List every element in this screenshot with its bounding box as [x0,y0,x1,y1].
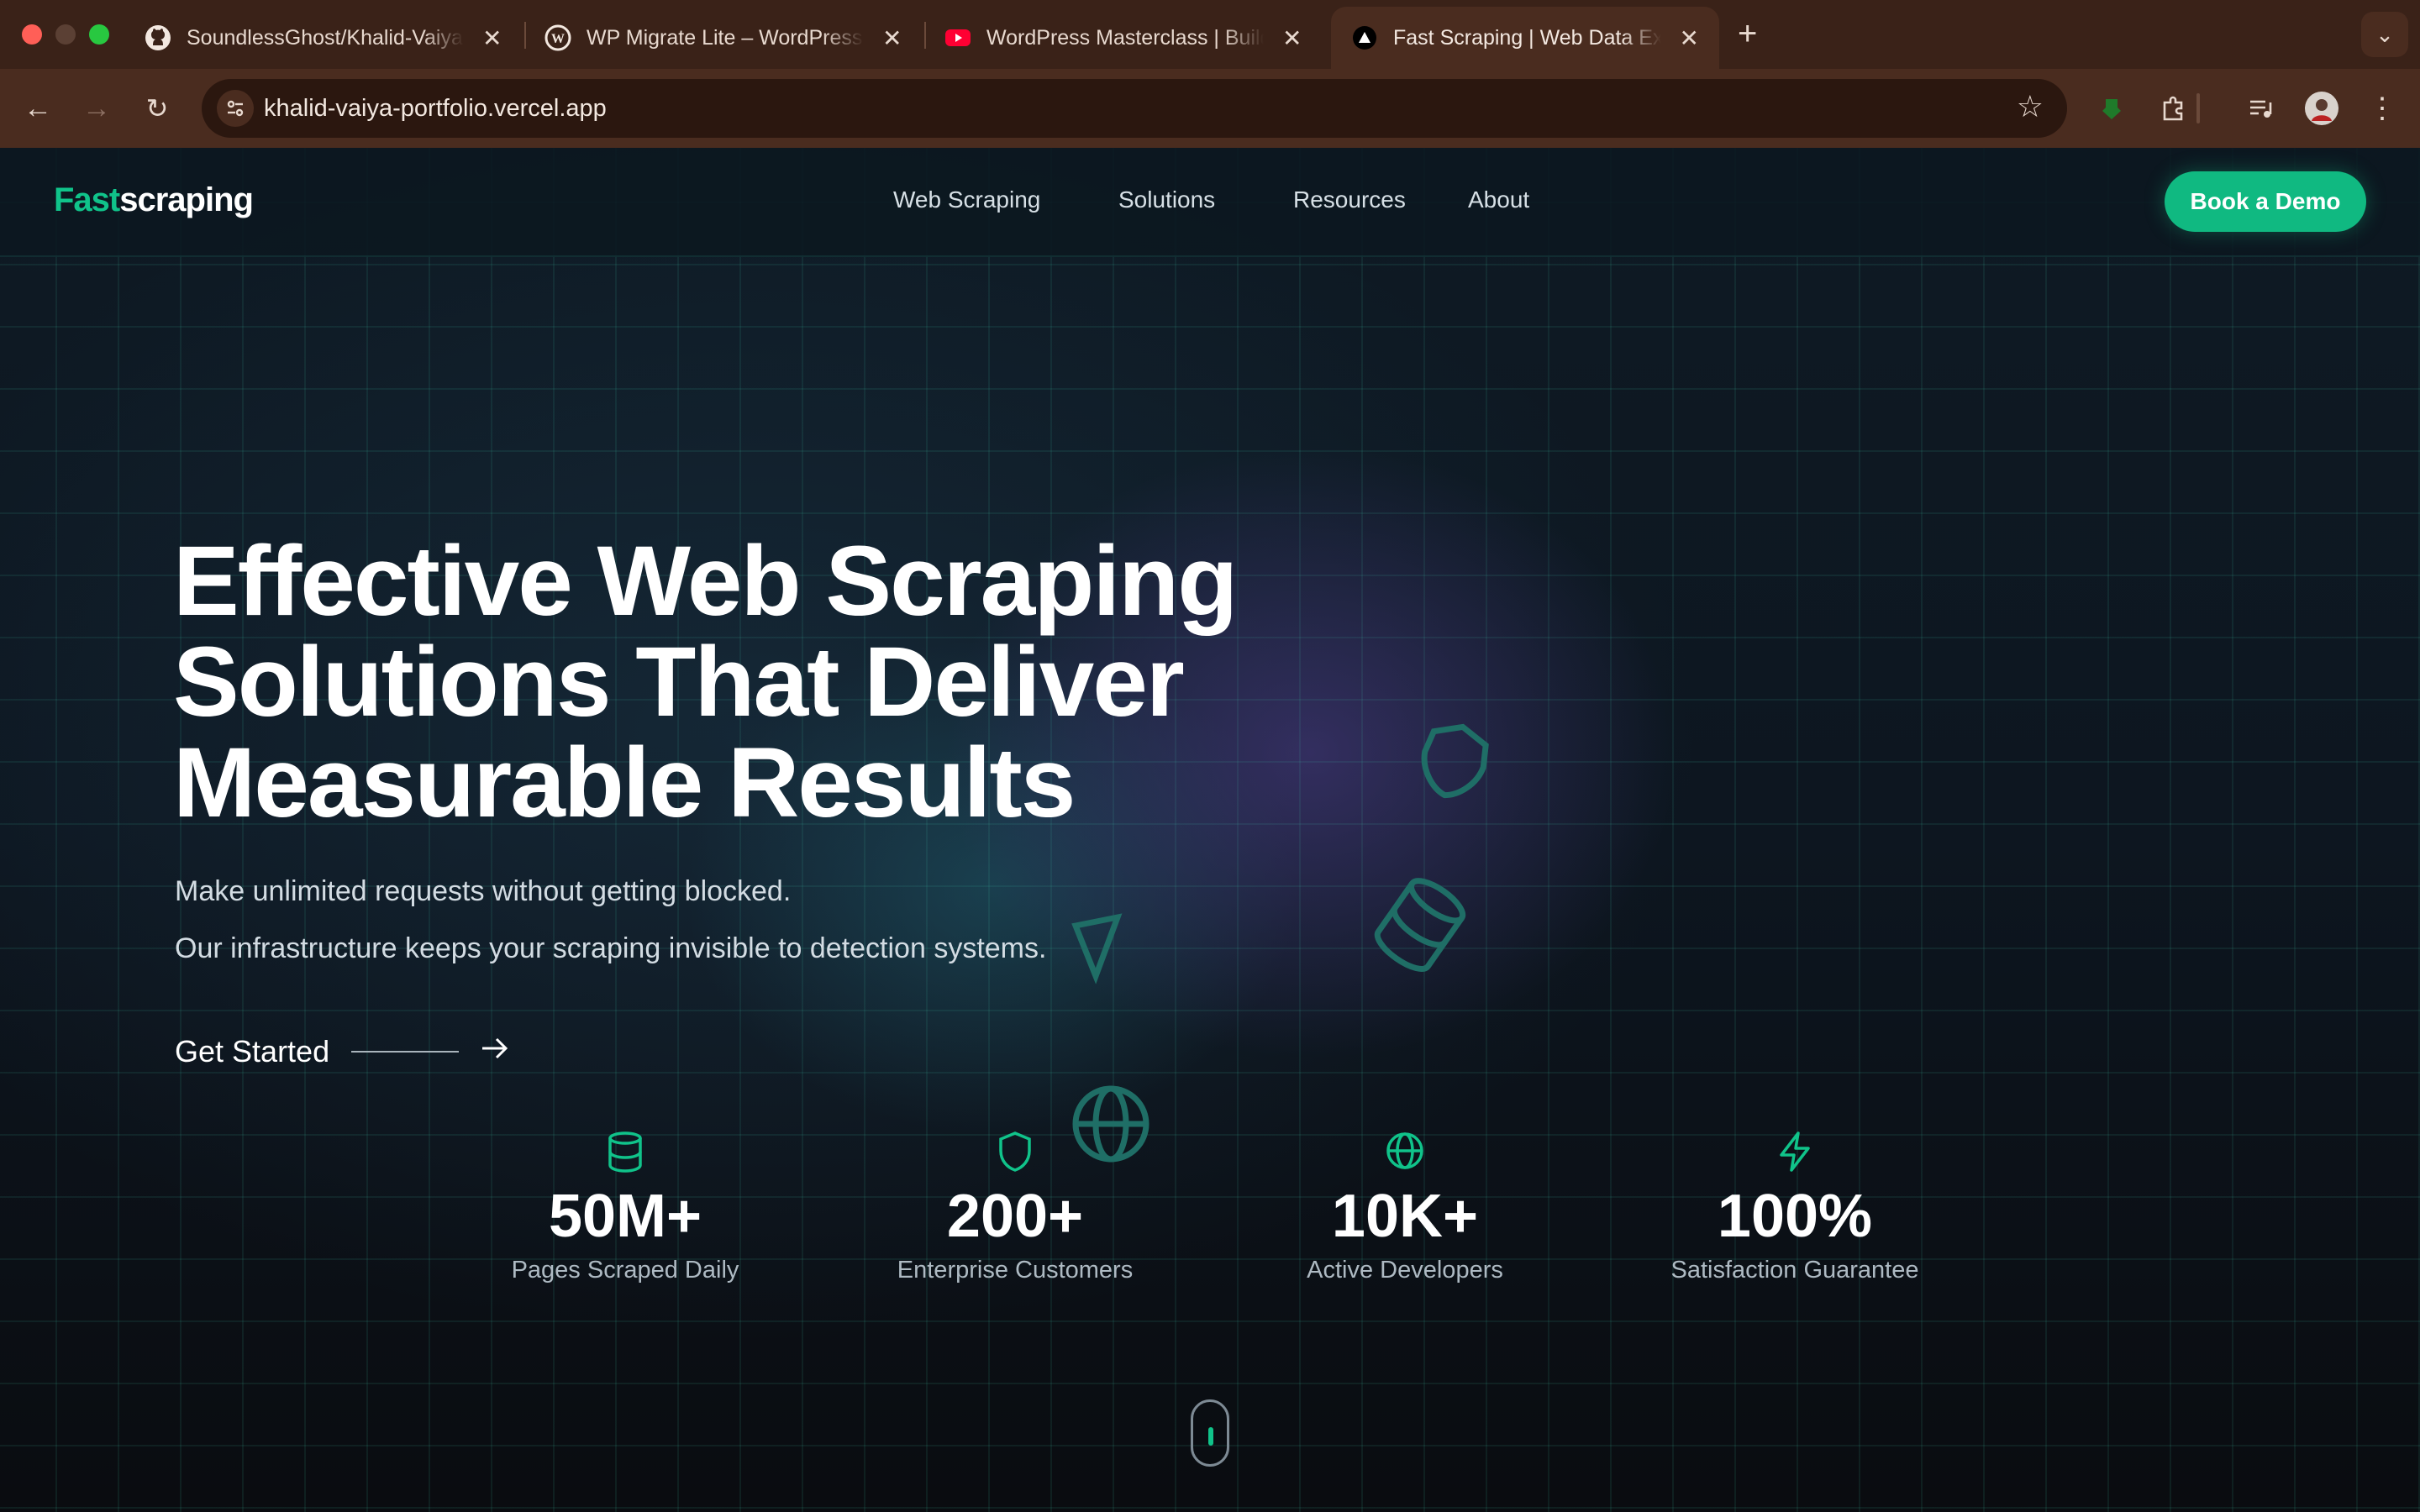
logo-scraping: scraping [119,181,254,218]
stat-label: Active Developers [1307,1257,1503,1284]
stat-label: Satisfaction Guarantee [1670,1257,1919,1284]
toolbar-separator [2196,93,2200,123]
youtube-icon [944,24,971,51]
tab-title: SoundlessGhost/Khalid-Vaiya-Portfolio [187,25,464,50]
nav-link-solutions[interactable]: Solutions [1118,186,1215,213]
stat-label: Pages Scraped Daily [511,1257,739,1284]
site-settings-icon[interactable] [217,90,254,127]
extensions-puzzle-icon[interactable] [2153,87,2195,129]
profile-avatar[interactable] [2301,87,2343,129]
close-window-button[interactable] [22,24,42,45]
forward-icon[interactable]: → [76,87,118,129]
database-icon [482,1131,768,1173]
back-icon[interactable]: ← [17,87,59,129]
hero-heading-line-1: Effective Web Scraping [173,526,1238,637]
get-started-link[interactable]: Get Started [175,1033,509,1069]
tab-title: WordPress Masterclass | Build a Website [986,25,1264,50]
close-tab-icon[interactable]: ✕ [482,24,502,52]
browser-tab-wordpress[interactable]: W WP Migrate Lite – WordPress Migration … [524,7,922,69]
floating-database-icon [1374,878,1466,972]
new-tab-button[interactable]: + [1738,15,1757,53]
svg-text:W: W [551,32,565,46]
globe-icon [1262,1131,1548,1173]
close-tab-icon[interactable]: ✕ [882,24,902,52]
browser-tab-strip: SoundlessGhost/Khalid-Vaiya-Portfolio ✕ … [0,0,2420,69]
tab-title: Fast Scraping | Web Data Experts [1393,25,1661,50]
bookmark-star-icon[interactable]: ☆ [2017,89,2044,124]
close-tab-icon[interactable]: ✕ [1680,24,1699,52]
floating-arrow-icon [1071,913,1123,984]
stat-value: 10K+ [1331,1183,1479,1250]
stat-pages-scraped: 50M+ Pages Scraped Daily [482,1131,768,1284]
minimize-window-button[interactable] [55,24,76,45]
stat-value: 100% [1717,1183,1873,1250]
shield-icon [872,1131,1158,1173]
extension-icon[interactable] [2091,87,2133,129]
tab-title: WP Migrate Lite – WordPress Migration [587,25,864,50]
nav-link-web-scraping[interactable]: Web Scraping [893,186,1040,213]
nav-link-about[interactable]: About [1468,186,1529,213]
hero-subtitle-2: Our infrastructure keeps your scraping i… [175,932,1047,964]
url-text: khalid-vaiya-portfolio.vercel.app [264,95,607,122]
hero-subtitle-1: Make unlimited requests without getting … [175,875,792,907]
get-started-label: Get Started [175,1033,330,1068]
hero-heading-line-3: Measurable Results [173,727,1076,838]
close-tab-icon[interactable]: ✕ [1282,24,1302,52]
cta-line [351,1050,460,1053]
stat-satisfaction: 100% Satisfaction Guarantee [1652,1131,1938,1284]
lightning-icon [1652,1131,1938,1173]
browser-tab-fastscraping[interactable]: Fast Scraping | Web Data Experts ✕ [1331,7,1719,69]
site-header: Fastscraping Web Scraping Solutions Reso… [0,148,2420,257]
hero-heading: Effective Web Scraping Solutions That De… [173,531,1349,833]
logo-fast: Fast [54,181,120,218]
browser-tab-youtube[interactable]: WordPress Masterclass | Build a Website … [924,7,1322,69]
stat-active-developers: 10K+ Active Developers [1262,1131,1548,1284]
book-demo-button[interactable]: Book a Demo [2165,171,2366,232]
arrow-right-icon [481,1033,509,1069]
floating-shield-icon [1421,723,1489,799]
github-icon [145,24,171,51]
nav-link-resources[interactable]: Resources [1293,186,1406,213]
stat-value: 50M+ [548,1183,702,1250]
stat-enterprise-customers: 200+ Enterprise Customers [872,1131,1158,1284]
tab-search-button[interactable]: ⌄ [2361,12,2408,57]
vercel-icon [1351,24,1378,51]
browser-tab-github[interactable]: SoundlessGhost/Khalid-Vaiya-Portfolio ✕ [124,7,522,69]
webpage-viewport: Fastscraping Web Scraping Solutions Reso… [0,148,2420,1512]
browser-menu-icon[interactable]: ⋮ [2361,87,2403,129]
stat-label: Enterprise Customers [897,1257,1134,1284]
wordpress-icon: W [544,24,571,51]
media-controls-icon[interactable] [2240,87,2282,129]
reload-icon[interactable]: ↻ [136,87,178,129]
scroll-down-indicator[interactable] [1191,1399,1229,1467]
site-logo[interactable]: Fastscraping [54,181,254,219]
stat-value: 200+ [946,1183,1084,1250]
maximize-window-button[interactable] [89,24,109,45]
browser-toolbar: ← → ↻ khalid-vaiya-portfolio.vercel.app … [0,69,2420,148]
hero-heading-line-2: Solutions That Deliver [173,627,1185,738]
scroll-indicator-dot [1208,1427,1213,1446]
address-bar[interactable]: khalid-vaiya-portfolio.vercel.app ☆ [202,79,2067,138]
